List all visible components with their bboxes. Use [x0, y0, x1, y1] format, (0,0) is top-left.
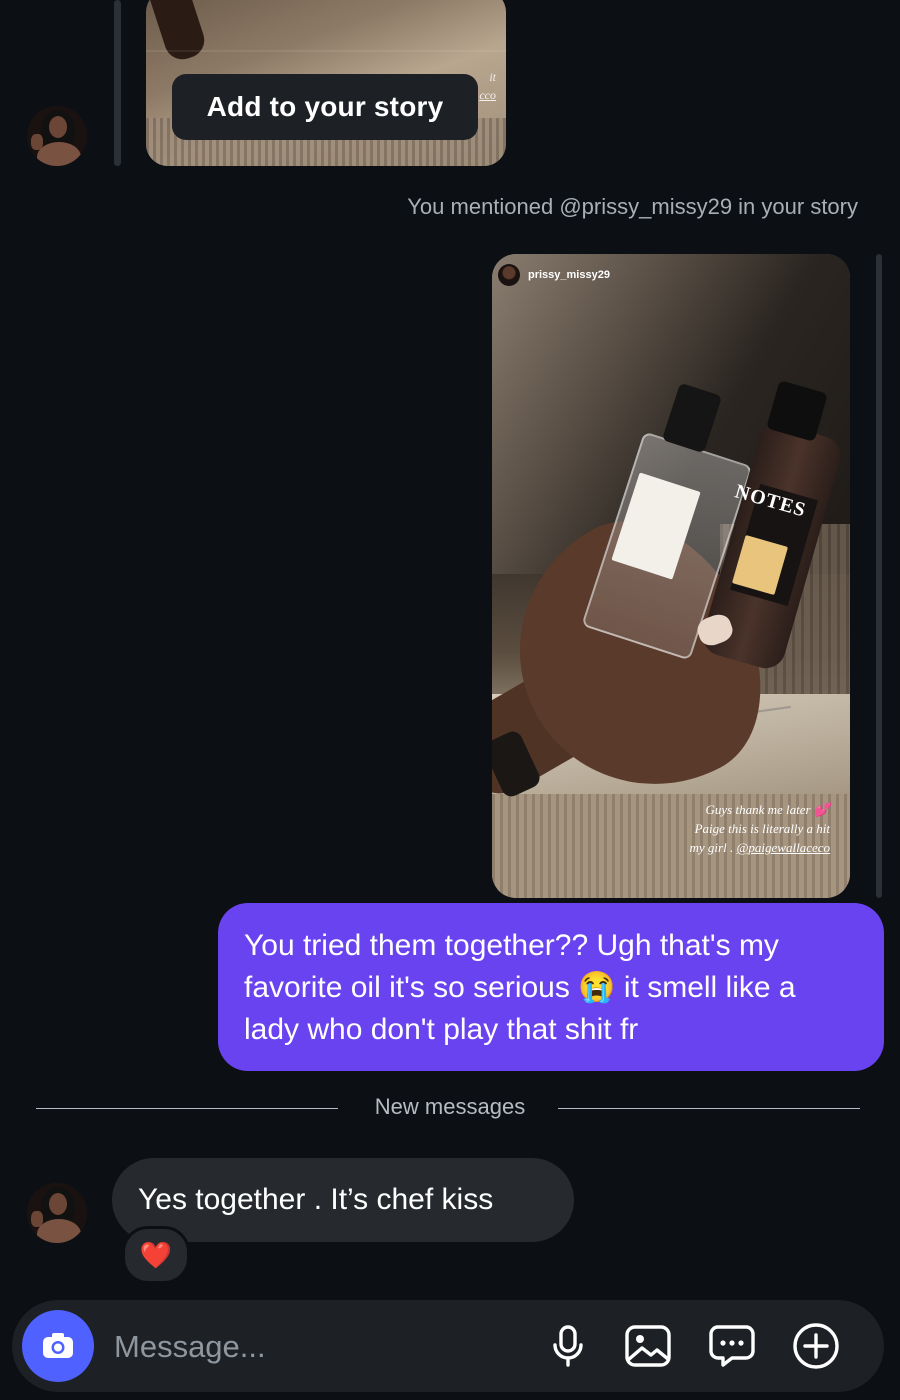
sent-message-text: You tried them together?? Ugh that's my …	[244, 929, 796, 1046]
reply-thread-line	[114, 0, 121, 166]
avatar[interactable]	[27, 106, 87, 166]
shared-story-card[interactable]: NOTES prissy_missy29 Guys thank me later…	[492, 254, 850, 898]
chat-bubble-icon	[709, 1325, 755, 1367]
camera-icon	[43, 1333, 73, 1358]
story-top-caption: it cco	[479, 68, 496, 104]
avatar-hand	[31, 1211, 43, 1227]
microphone-button[interactable]	[540, 1318, 596, 1374]
avatar[interactable]	[27, 1183, 87, 1243]
mention-note: You mentioned @prissy_missy29 in your st…	[407, 194, 858, 219]
avatar-face	[49, 116, 67, 138]
story-caption-line: Guys thank me later 💕	[705, 802, 831, 817]
camera-button[interactable]	[22, 1310, 94, 1382]
story-caption-line: my girl . @paigewallaceco	[690, 838, 831, 857]
reply-thread-line-right	[876, 254, 882, 898]
avatar-body	[37, 1219, 81, 1243]
story-caption: Guys thank me later 💕 Paige this is lite…	[690, 800, 831, 857]
avatar-hand	[31, 134, 43, 150]
avatar-face	[49, 1193, 67, 1215]
avatar-body	[37, 142, 81, 166]
story-caption-line: Paige this is literally a hit	[694, 821, 830, 836]
received-message-text: Yes together . It’s chef kiss	[138, 1183, 494, 1216]
story-header: prissy_missy29	[498, 264, 610, 286]
gallery-button[interactable]	[620, 1318, 676, 1374]
sent-message-bubble[interactable]: You tried them together?? Ugh that's my …	[218, 903, 884, 1071]
story-top-caption-link: cco	[479, 88, 496, 102]
received-message-bubble[interactable]: Yes together . It’s chef kiss	[112, 1158, 574, 1242]
story-author-avatar[interactable]	[498, 264, 520, 286]
story-arm-shape	[146, 0, 209, 64]
new-messages-label: New messages	[354, 1094, 546, 1119]
story-author-username[interactable]: prissy_missy29	[528, 269, 610, 281]
chat-stickers-button[interactable]	[704, 1318, 760, 1374]
story-marble-vein	[146, 50, 506, 52]
story-caption-mention-link[interactable]: @paigewallaceco	[736, 840, 830, 855]
story-top-caption-line: it	[489, 70, 496, 84]
message-input[interactable]	[112, 1320, 516, 1374]
plus-circle-icon	[793, 1323, 839, 1369]
microphone-icon	[553, 1325, 583, 1367]
story-caption-prefix: my girl .	[689, 840, 737, 855]
heart-reaction[interactable]: ❤️	[122, 1226, 190, 1284]
add-button[interactable]	[788, 1318, 844, 1374]
gallery-icon	[625, 1325, 671, 1367]
add-to-story-button[interactable]: Add to your story	[172, 74, 478, 140]
heart-icon: ❤️	[139, 1239, 173, 1270]
add-to-story-label: Add to your story	[206, 91, 444, 122]
new-messages-divider: New messages	[0, 1094, 900, 1120]
